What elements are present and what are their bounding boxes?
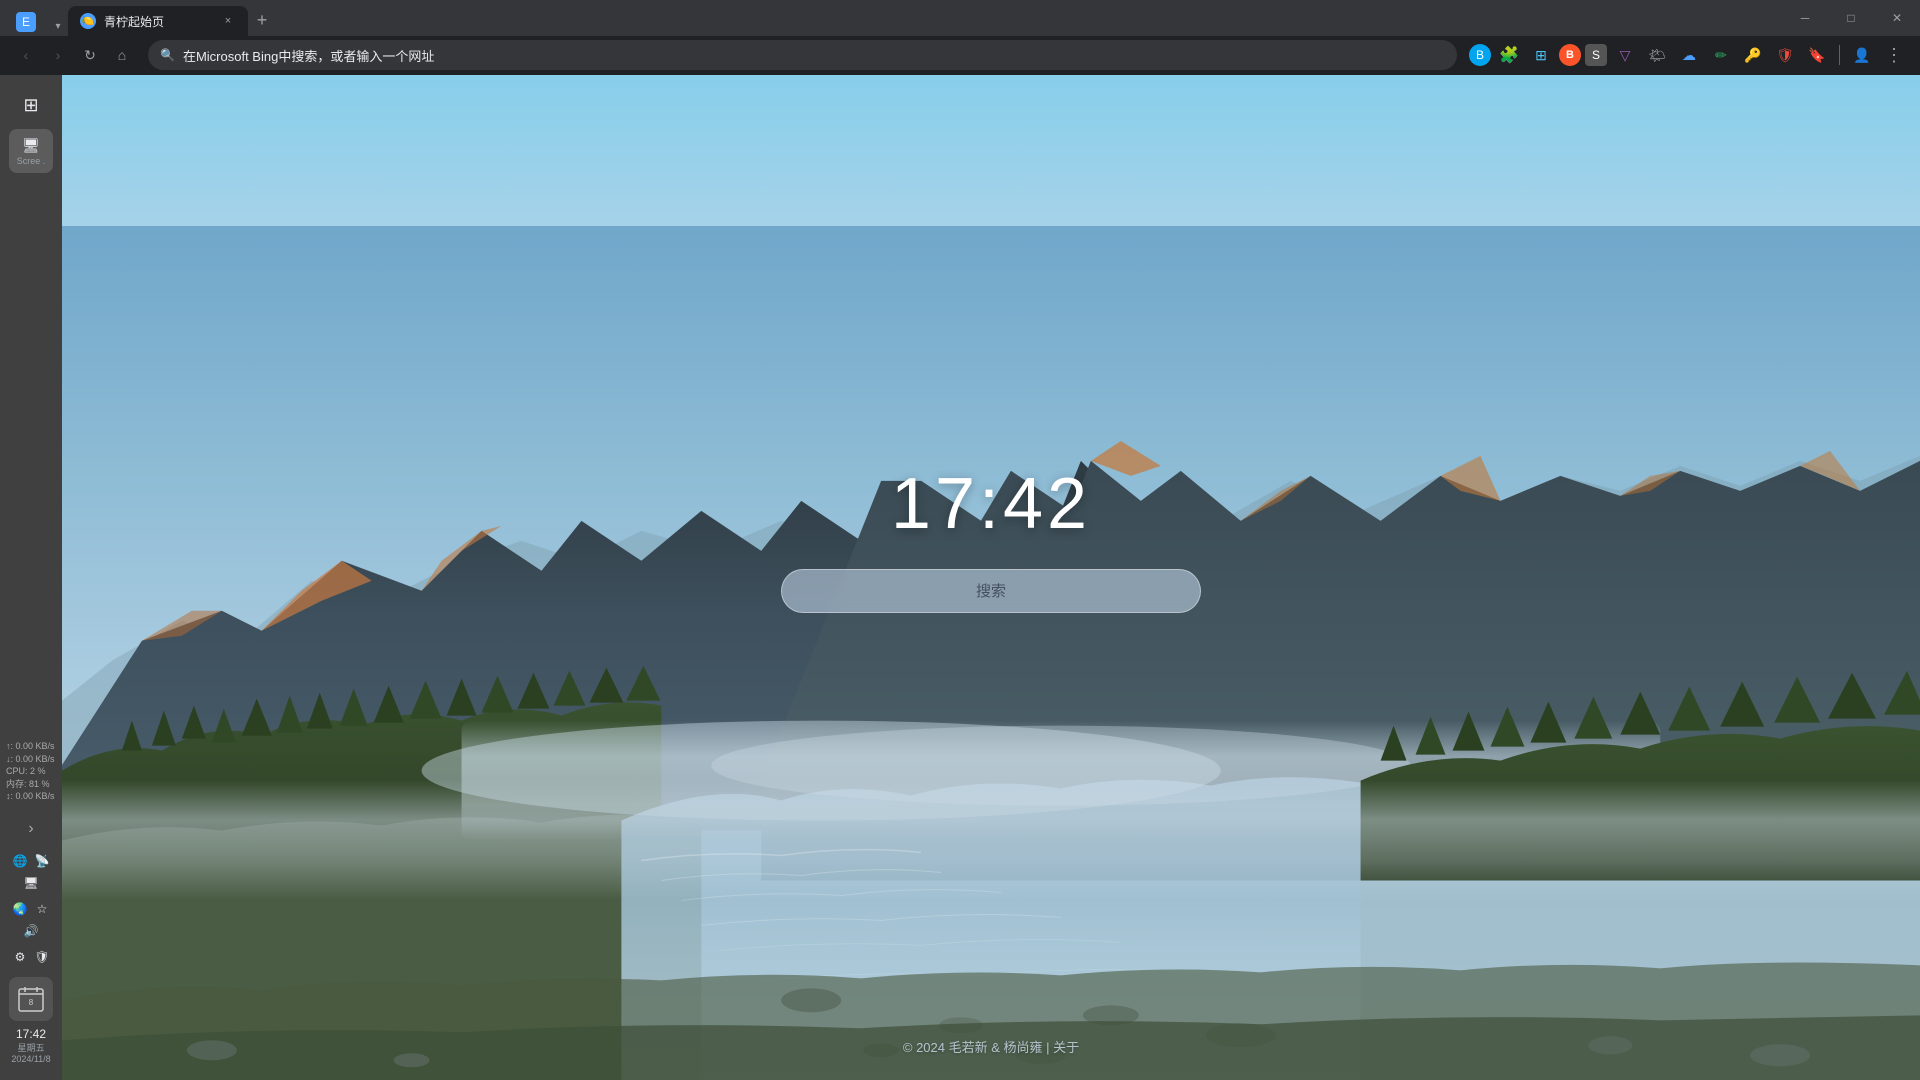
expand-btn[interactable]: › bbox=[9, 807, 53, 851]
clock-display: 17:42 bbox=[891, 463, 1091, 545]
tab-title: 青柠起始页 bbox=[104, 13, 212, 30]
download-stat: ↓: 0.00 KB/s bbox=[6, 753, 56, 766]
center-content: 17:42 搜索 bbox=[62, 75, 1920, 1000]
tab-dropdown-btn[interactable]: ▾ bbox=[48, 16, 68, 36]
system-stats: ↑: 0.00 KB/s ↓: 0.00 KB/s CPU: 2 % 内存: 8… bbox=[0, 736, 62, 807]
settings-icon[interactable]: ⚙ bbox=[10, 947, 30, 967]
antivirus-icon[interactable]: 🛡 bbox=[32, 947, 52, 967]
tab-groups-icon[interactable]: ⊞ bbox=[1527, 41, 1555, 69]
divider bbox=[1839, 45, 1840, 65]
search-address-icon: 🔍 bbox=[160, 48, 175, 62]
svg-text:8: 8 bbox=[29, 998, 34, 1007]
windows-icon[interactable]: ⊞ bbox=[9, 83, 53, 127]
address-bar[interactable]: 🔍 在Microsoft Bing中搜索，或者输入一个网址 bbox=[148, 40, 1457, 70]
menu-btn[interactable]: ⋮ bbox=[1880, 41, 1908, 69]
bookmarks-icon[interactable]: 🔖 bbox=[1803, 41, 1831, 69]
monitor-icon[interactable]: 🖥 bbox=[21, 873, 41, 893]
memory-stat: 内存: 81 % bbox=[6, 778, 56, 791]
maximize-btn[interactable]: □ bbox=[1828, 4, 1874, 32]
shield-icon[interactable]: 🛡 bbox=[1771, 41, 1799, 69]
tab-close-btn[interactable]: × bbox=[220, 13, 236, 29]
new-tab-btn[interactable]: + bbox=[248, 6, 276, 34]
tab-bar: E ▾ 🍋 青柠起始页 × + ─ □ ✕ bbox=[0, 0, 1920, 36]
sidebar-time: 17:42 bbox=[11, 1027, 50, 1041]
screen-label: Scree . bbox=[17, 156, 46, 166]
network-icon[interactable]: 🌐 bbox=[10, 851, 30, 871]
stylus-icon[interactable]: S bbox=[1585, 44, 1607, 66]
edit-icon[interactable]: ✏ bbox=[1707, 41, 1735, 69]
nav-bar: ‹ › ↻ ⌂ 🔍 在Microsoft Bing中搜索，或者输入一个网址 B … bbox=[0, 36, 1920, 74]
minimize-btn[interactable]: ─ bbox=[1782, 4, 1828, 32]
weather-icon[interactable]: 🌤 bbox=[1643, 41, 1671, 69]
newtab-background: 17:42 搜索 © 2024 毛若新 & 杨尚雍 | 关于 bbox=[62, 75, 1920, 1080]
sidebar-item-screen[interactable]: 🖥 Scree . bbox=[9, 129, 53, 173]
refresh-btn[interactable]: ↻ bbox=[76, 41, 104, 69]
sidebar-top: ⊞ 🖥 Scree . bbox=[9, 83, 53, 736]
sidebar-bottom: 🌐 📡 🖥 🌏 ☆ 🔊 ⚙ 🛡 8 17:42 星期五 bbox=[0, 851, 62, 1072]
sidebar-clock: 17:42 星期五 2024/11/8 bbox=[11, 1027, 50, 1064]
brave-icon[interactable]: B bbox=[1559, 44, 1581, 66]
sidebar: ⊞ 🖥 Scree . ↑: 0.00 KB/s ↓: 0.00 KB/s CP… bbox=[0, 75, 62, 1080]
toolbar-icons: B 🧩 ⊞ B S ▽ 🌤 ☁ ✏ 🔑 🛡 🔖 👤 ⋮ bbox=[1469, 41, 1908, 69]
cloud-icon[interactable]: ☁ bbox=[1675, 41, 1703, 69]
star-icon[interactable]: ☆ bbox=[32, 899, 52, 919]
footer-text: © 2024 毛若新 & 杨尚雍 | 关于 bbox=[903, 1037, 1079, 1056]
volume-icon[interactable]: 🔊 bbox=[21, 921, 41, 941]
keepass-icon[interactable]: 🔑 bbox=[1739, 41, 1767, 69]
search-bar[interactable]: 搜索 bbox=[781, 569, 1201, 613]
cpu-stat: CPU: 2 % bbox=[6, 765, 56, 778]
search-placeholder: 搜索 bbox=[976, 580, 1006, 601]
browser-content: 17:42 搜索 © 2024 毛若新 & 杨尚雍 | 关于 bbox=[62, 75, 1920, 1080]
window-controls: ─ □ ✕ bbox=[1782, 4, 1920, 32]
home-btn[interactable]: ⌂ bbox=[108, 41, 136, 69]
bing-icon[interactable]: B bbox=[1469, 44, 1491, 66]
vpn-icon[interactable]: ▽ bbox=[1611, 41, 1639, 69]
back-btn[interactable]: ‹ bbox=[12, 41, 40, 69]
close-btn[interactable]: ✕ bbox=[1874, 4, 1920, 32]
upload-stat: ↑: 0.00 KB/s bbox=[6, 740, 56, 753]
forward-btn[interactable]: › bbox=[44, 41, 72, 69]
browser-logo-icon: E bbox=[16, 12, 36, 32]
sidebar-date: 2024/11/8 bbox=[11, 1054, 50, 1064]
profile-icon[interactable]: 👤 bbox=[1848, 41, 1876, 69]
url-text: 在Microsoft Bing中搜索，或者输入一个网址 bbox=[183, 46, 1445, 65]
disk-stat: ↕: 0.00 KB/s bbox=[6, 790, 56, 803]
globe-icon[interactable]: 🌏 bbox=[10, 899, 30, 919]
tab-favicon: 🍋 bbox=[80, 13, 96, 29]
collections-icon[interactable]: 🧩 bbox=[1495, 41, 1523, 69]
browser-chrome: E ▾ 🍋 青柠起始页 × + ─ □ ✕ ‹ › ↻ ⌂ 🔍 在Microso… bbox=[0, 0, 1920, 75]
sidebar-weekday: 星期五 bbox=[11, 1041, 50, 1054]
active-tab[interactable]: 🍋 青柠起始页 × bbox=[68, 6, 248, 36]
wireless-icon[interactable]: 📡 bbox=[32, 851, 52, 871]
calendar-widget[interactable]: 8 bbox=[9, 977, 53, 1021]
calendar-icon: 8 bbox=[17, 985, 45, 1013]
